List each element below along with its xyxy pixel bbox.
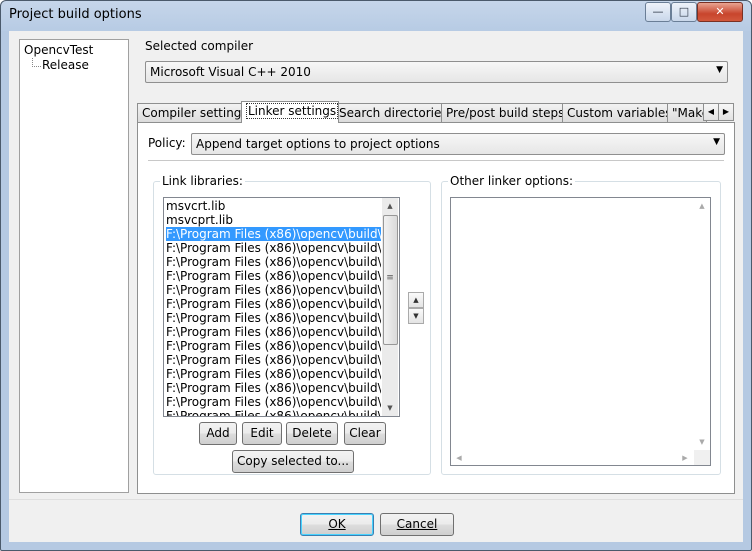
footer-divider [9,499,743,500]
scroll-down-icon[interactable]: ▼ [382,400,398,416]
tab-strip: Compiler settings Linker settings Search… [137,101,735,123]
maximize-button[interactable]: □ [671,2,697,22]
scroll-corner [694,450,710,465]
compiler-value: Microsoft Visual C++ 2010 [150,65,311,79]
divider [148,160,724,161]
cancel-button[interactable]: Cancel [380,513,454,536]
library-item[interactable]: F:\Program Files (x86)\opencv\build\x86 [166,311,381,325]
link-libraries-scrollbar[interactable]: ▲ ≡ ▼ [382,198,398,416]
library-item[interactable]: F:\Program Files (x86)\opencv\build\x86 [166,395,381,409]
scroll-right-icon[interactable]: ▶ [677,450,693,465]
library-item[interactable]: F:\Program Files (x86)\opencv\build\x86 [166,255,381,269]
move-down-button[interactable]: ▼ [408,308,424,324]
edit-library-button[interactable]: Edit [242,422,282,445]
ok-label: OK [328,517,346,531]
tree-node-project[interactable]: OpencvTest [24,43,93,57]
maximize-icon: □ [678,5,690,18]
tab-label: Pre/post build steps [446,106,563,120]
policy-label: Policy: [148,136,186,150]
window-title: Project build options [9,7,142,22]
scroll-up-icon[interactable]: ▲ [694,198,710,214]
clear-libraries-button[interactable]: Clear [344,422,386,445]
policy-select[interactable]: Append target options to project options… [191,133,725,155]
tab-make-commands[interactable]: "Make [667,103,707,122]
ok-button[interactable]: OK [300,513,374,536]
library-item[interactable]: msvcprt.lib [166,213,381,227]
library-item[interactable]: F:\Program Files (x86)\opencv\build\x86 [166,297,381,311]
add-library-button[interactable]: Add [199,422,237,445]
library-item[interactable]: F:\Program Files (x86)\opencv\build\x86 [166,367,381,381]
chevron-down-icon: ▼ [713,137,720,147]
library-item[interactable]: F:\Program Files (x86)\opencv\build\x86 [166,269,381,283]
tree-connector [32,58,41,67]
tab-label: Linker settings [246,103,338,119]
close-icon: ✕ [715,5,725,18]
tree-node-release[interactable]: Release [42,58,89,72]
tab-custom-variables[interactable]: Custom variables [562,103,668,122]
minimize-button[interactable]: — [645,2,671,22]
tab-compiler-settings[interactable]: Compiler settings [137,103,244,122]
tab-label: Search directories [339,106,445,120]
library-item[interactable]: F:\Program Files (x86)\opencv\build\x86 [166,339,381,353]
scroll-down-icon[interactable]: ▼ [694,434,710,450]
cancel-label: Cancel [396,517,438,531]
tab-pre-post-build-steps[interactable]: Pre/post build steps [441,103,563,122]
minimize-icon: — [652,5,664,18]
library-item[interactable]: F:\Program Files (x86)\opencv\build\x86 [166,325,381,339]
linker-settings-panel: Policy: Append target options to project… [137,122,735,494]
move-up-button[interactable]: ▲ [408,292,424,308]
scroll-up-icon[interactable]: ▲ [382,198,398,214]
tab-label: Compiler settings [142,106,244,120]
library-item[interactable]: msvcrt.lib [166,199,381,213]
copy-selected-to-button[interactable]: Copy selected to... [232,450,354,473]
other-options-vscroll[interactable]: ▲ ▼ [694,198,710,450]
tab-scroll-arrows: ◀ ▶ [703,103,735,121]
tab-label: "Make [672,106,707,120]
scroll-left-icon[interactable]: ◀ [451,450,467,465]
target-tree[interactable]: OpencvTest Release [19,39,129,493]
tab-scroll-left-icon[interactable]: ◀ [703,103,719,121]
library-item[interactable]: F:\Program Files (x86)\opencv\build\x86 [166,353,381,367]
link-libraries-title: Link libraries: [160,174,245,188]
library-item[interactable]: F:\Program Files (x86)\opencv\build\x86 [166,283,381,297]
selected-compiler-label: Selected compiler [145,39,254,53]
policy-value: Append target options to project options [196,137,440,151]
library-item[interactable]: F:\Program Files (x86)\opencv\build\x86 [166,241,381,255]
link-libraries-list[interactable]: msvcrt.lib msvcprt.lib F:\Program Files (x… [163,197,400,417]
grip-icon: ≡ [386,273,394,283]
dialog-body: OpencvTest Release Selected compiler Mic… [9,31,743,542]
library-item[interactable]: F:\Program Files (x86)\opencv\build\x86 [166,227,381,241]
compiler-select[interactable]: Microsoft Visual C++ 2010 ▼ [145,61,728,83]
other-linker-options-textarea[interactable]: ▲ ▼ ◀ ▶ [450,197,711,466]
dialog-window: Project build options — □ ✕ OpencvTest R… [0,0,752,551]
other-options-hscroll[interactable]: ◀ ▶ [451,450,694,465]
library-item[interactable]: F:\Program Files (x86)\opencv\build\x86 [166,381,381,395]
close-button[interactable]: ✕ [697,2,743,22]
chevron-down-icon: ▼ [716,65,723,75]
delete-library-button[interactable]: Delete [286,422,338,445]
library-item[interactable]: F:\Program Files (x86)\opencv\build\x86 [166,409,381,416]
link-libraries-group: Link libraries: msvcrt.lib msvcprt.lib F:\… [153,174,431,475]
tab-label: Custom variables [567,106,668,120]
title-bar[interactable]: Project build options — □ ✕ [1,1,751,31]
tab-search-directories[interactable]: Search directories [334,103,445,122]
tab-scroll-right-icon[interactable]: ▶ [718,103,734,121]
tab-linker-settings[interactable]: Linker settings [241,101,339,123]
other-linker-options-title: Other linker options: [448,174,576,188]
other-linker-options-group: Other linker options: ▲ ▼ ◀ ▶ [441,174,721,475]
